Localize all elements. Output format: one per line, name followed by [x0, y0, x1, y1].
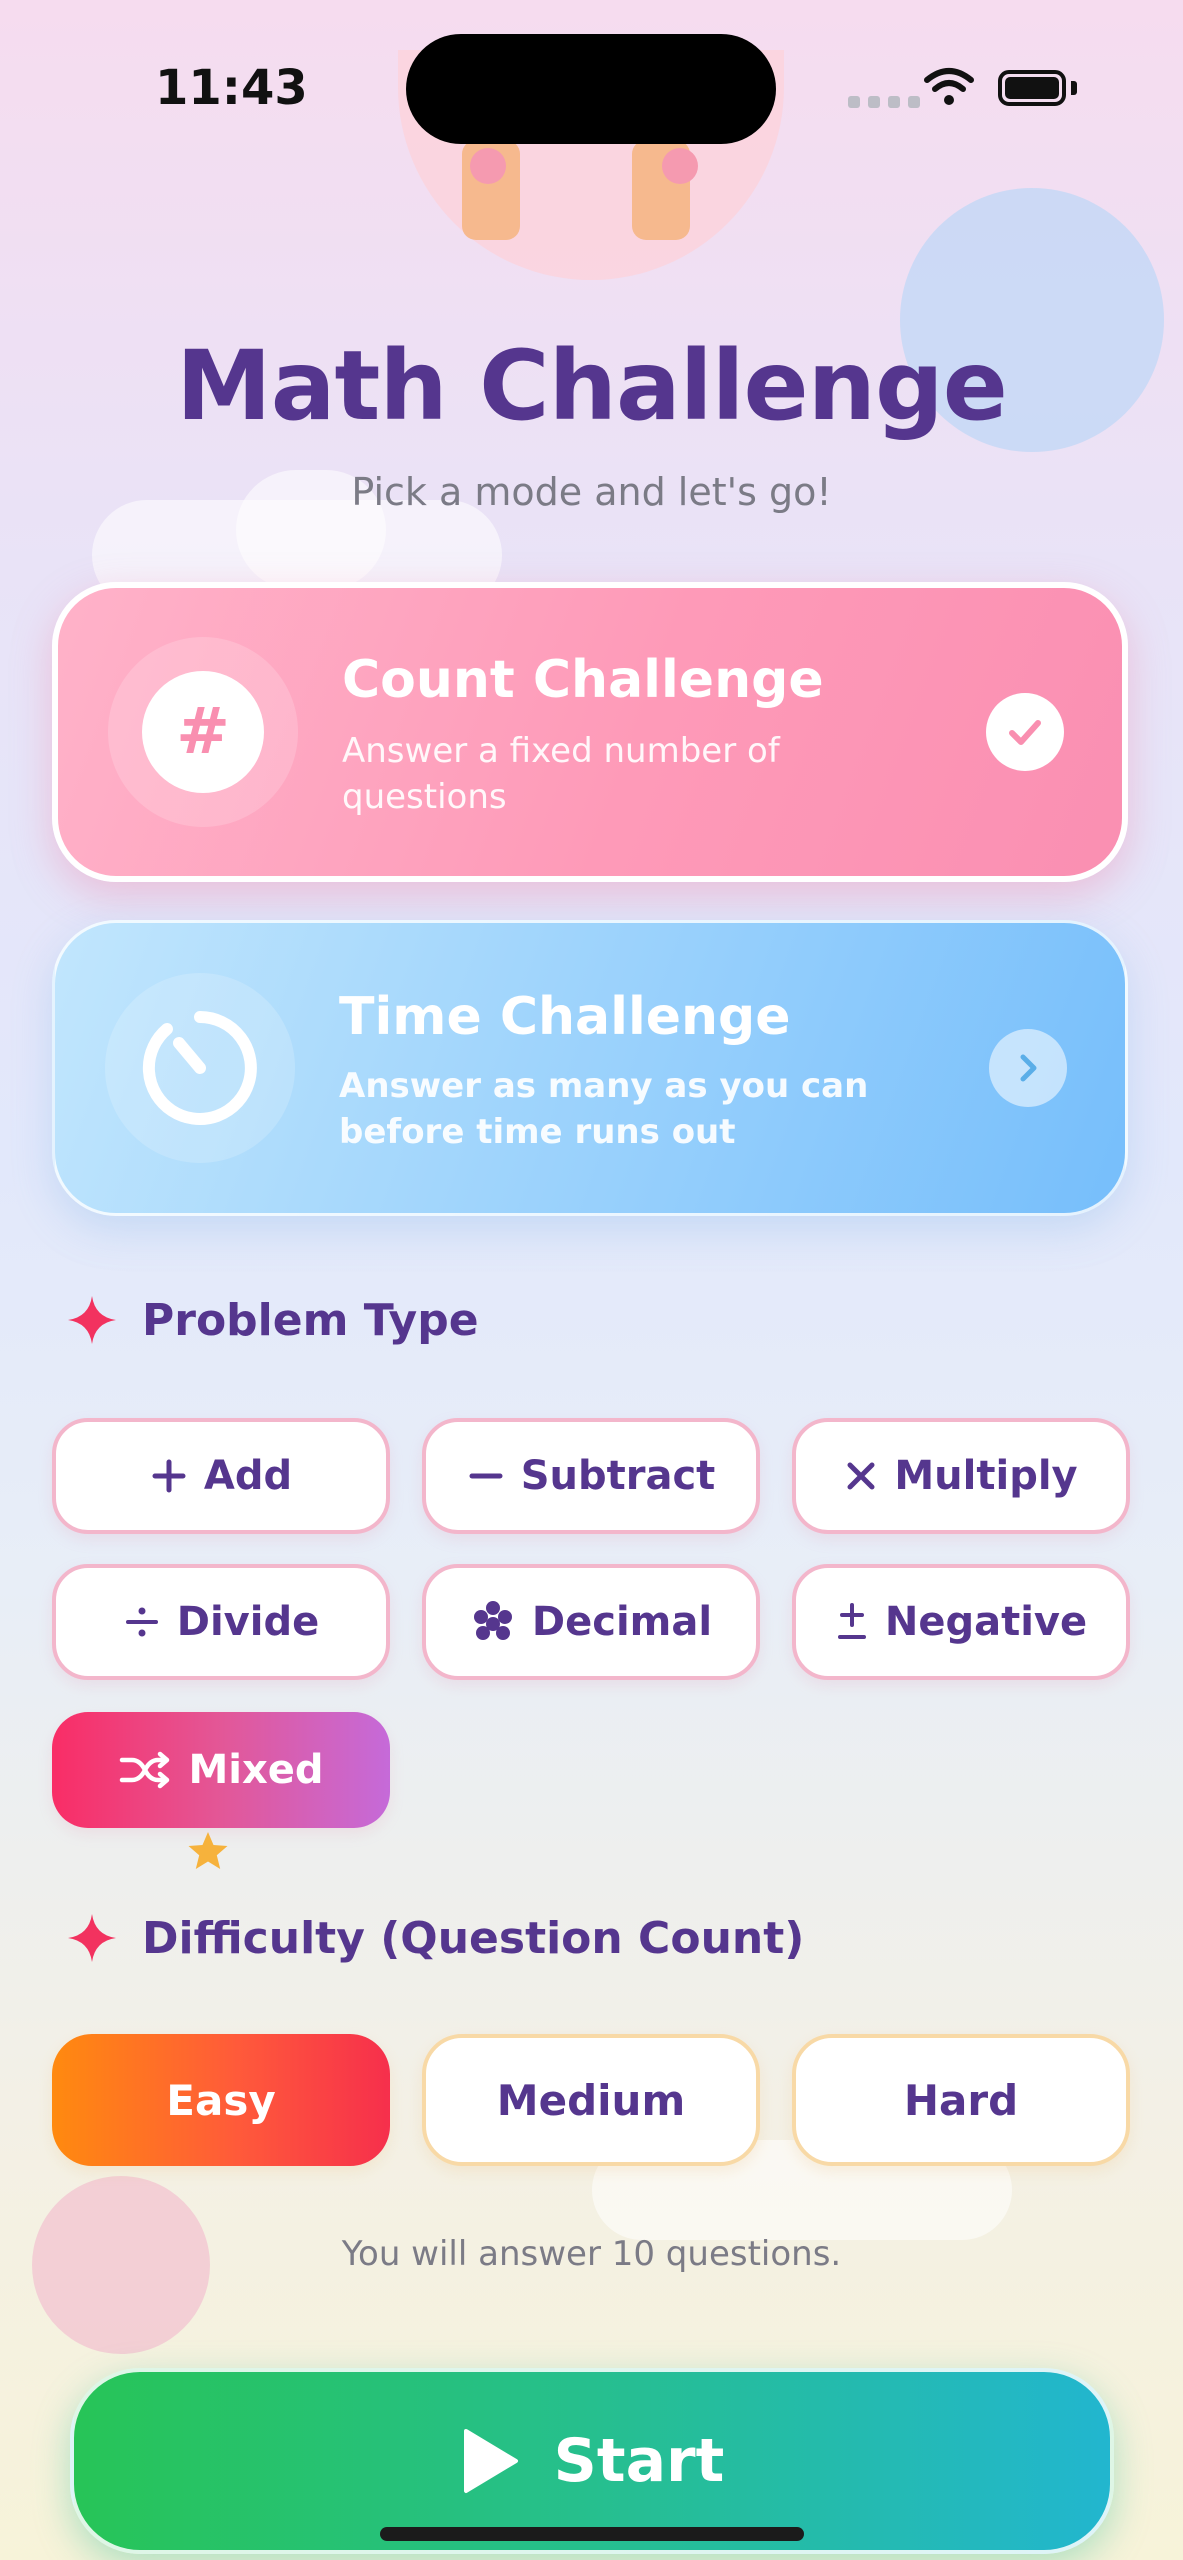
time-challenge-title: Time Challenge	[339, 987, 791, 1047]
chip-label: Subtract	[520, 1453, 716, 1499]
plus-minus-icon	[837, 1603, 866, 1639]
star-icon	[188, 1832, 228, 1869]
problem-type-label: Problem Type	[142, 1294, 479, 1346]
battery-tip	[1071, 81, 1077, 95]
chip-label: Multiply	[894, 1453, 1078, 1499]
problem-type-divide[interactable]: Divide	[52, 1564, 390, 1680]
problem-type-negative[interactable]: Negative	[792, 1564, 1130, 1680]
count-challenge-title: Count Challenge	[342, 650, 824, 710]
hash-icon: #	[142, 671, 264, 793]
dynamic-island	[406, 34, 776, 144]
mascot-illustration	[462, 140, 702, 250]
count-challenge-card[interactable]: # Count Challenge Answer a fixed number …	[52, 582, 1128, 882]
difficulty-easy[interactable]: Easy	[52, 2034, 390, 2166]
problem-type-subtract[interactable]: Subtract	[422, 1418, 760, 1534]
battery-icon	[998, 70, 1066, 106]
divide-icon	[125, 1607, 158, 1637]
difficulty-label: Difficulty (Question Count)	[142, 1912, 805, 1964]
play-icon	[463, 2429, 518, 2493]
problem-type-decimal[interactable]: Decimal	[422, 1564, 760, 1680]
chip-label: Add	[203, 1453, 293, 1499]
count-challenge-description: Answer a fixed number of questions	[342, 731, 780, 817]
sparkle-icon	[68, 1296, 116, 1344]
chevron-right-icon	[989, 1029, 1067, 1107]
wifi-icon	[924, 68, 974, 105]
chip-label: Mixed	[188, 1747, 324, 1793]
icon-halo: #	[108, 637, 298, 827]
chip-label: Decimal	[531, 1599, 713, 1645]
sparkle-icon	[68, 1914, 116, 1962]
page-title: Math Challenge	[176, 330, 1008, 442]
status-time: 11:43	[155, 60, 308, 116]
checkmark-icon	[986, 693, 1064, 771]
difficulty-medium[interactable]: Medium	[422, 2034, 760, 2166]
icon-halo	[105, 973, 295, 1163]
time-challenge-card[interactable]: Time Challenge Answer as many as you can…	[52, 920, 1128, 1216]
multiply-icon	[847, 1462, 875, 1490]
minus-icon	[469, 1473, 503, 1479]
plus-icon	[152, 1459, 186, 1493]
problem-type-mixed[interactable]: Mixed	[52, 1712, 390, 1828]
difficulty-hard[interactable]: Hard	[792, 2034, 1130, 2166]
difficulty-heading: Difficulty (Question Count)	[66, 1912, 804, 1964]
home-indicator[interactable]	[380, 2527, 804, 2541]
cellular-signal-icon	[848, 96, 920, 108]
page-subtitle: Pick a mode and let's go!	[351, 470, 832, 514]
problem-type-heading: Problem Type	[66, 1294, 479, 1346]
shuffle-icon	[120, 1751, 170, 1789]
decimal-dots-icon	[473, 1601, 512, 1640]
start-label: Start	[553, 2426, 725, 2496]
chip-label: Divide	[176, 1599, 320, 1645]
question-count-note: You will answer 10 questions.	[341, 2234, 842, 2274]
problem-type-multiply[interactable]: Multiply	[792, 1418, 1130, 1534]
chip-label: Negative	[884, 1599, 1088, 1645]
timer-icon	[139, 1007, 261, 1129]
time-challenge-description: Answer as many as you can before time ru…	[339, 1066, 869, 1152]
problem-type-add[interactable]: Add	[52, 1418, 390, 1534]
